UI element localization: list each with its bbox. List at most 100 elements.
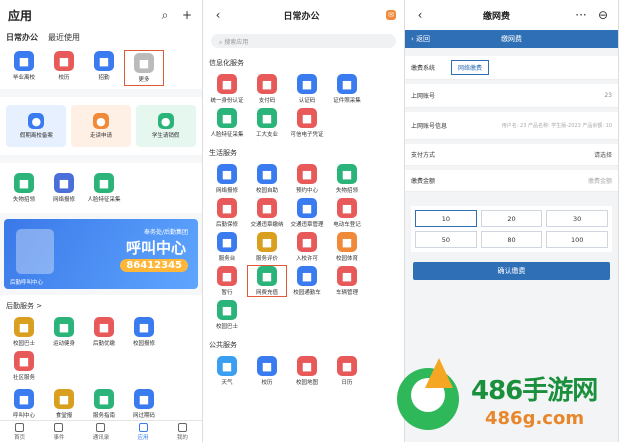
app-item[interactable]: ■ 服务评价 xyxy=(248,232,286,262)
more-icon[interactable]: ··· xyxy=(574,8,588,22)
app-item[interactable]: ■ 校园报修 xyxy=(125,317,163,347)
app-label: 统一身份认证 xyxy=(210,98,244,104)
app-item[interactable]: ■ 校历 xyxy=(248,356,286,386)
back-arrow-icon[interactable]: ‹ xyxy=(211,8,225,22)
app-item[interactable]: ■ 招勤 xyxy=(85,51,123,85)
app-item[interactable]: ■ 网络报修 xyxy=(208,164,246,194)
app-item[interactable]: ■ 失物招领 xyxy=(5,173,43,203)
app-item[interactable]: ■ 服务指南 xyxy=(85,389,123,419)
app-item[interactable]: ■ 交通违章管理 xyxy=(288,198,326,228)
featured-card[interactable]: ● 学生请销假 xyxy=(135,105,196,147)
app-item[interactable]: ■ 证件照采集 xyxy=(328,74,366,104)
nav-item[interactable]: 通讯录 xyxy=(93,422,109,441)
app-item[interactable]: ■ 食堂报 xyxy=(45,389,83,419)
card-label: 学生请销假 xyxy=(151,133,180,139)
app-item[interactable]: ■ 统一身份认证 xyxy=(208,74,246,104)
app-item[interactable]: ■ 认证码 xyxy=(288,74,326,104)
system-select[interactable]: 网络缴费 xyxy=(451,60,490,75)
logistics-section-title[interactable]: 后勤服务 > xyxy=(0,295,202,313)
app-item[interactable]: ■ 后勤优缴 xyxy=(85,317,123,347)
apps-grid-2: ■ 失物招领 ■ 网络报修 ■ 人脸特征采集 xyxy=(0,163,202,213)
nav-item[interactable]: 首页 xyxy=(14,422,26,441)
app-item[interactable]: ■ 电动车登记 xyxy=(328,198,366,228)
app-icon: ■ xyxy=(217,232,237,252)
app-item[interactable]: ■ 校园巴士 xyxy=(208,300,246,330)
app-search-input[interactable]: ⌕ 搜索应用 xyxy=(211,34,396,48)
app-item[interactable]: ■ 车辆管理 xyxy=(328,266,366,296)
app-icon: ■ xyxy=(217,300,237,320)
app-item[interactable]: ■ 预约中心 xyxy=(288,164,326,194)
office-header: ‹ 日常办公 ✉ xyxy=(203,0,404,30)
app-label: 服务指南 xyxy=(92,413,115,419)
app-icon: ■ xyxy=(94,389,114,409)
app-item[interactable]: ■ 失物招领 xyxy=(328,164,366,194)
add-icon[interactable]: + xyxy=(180,8,194,22)
app-item[interactable]: ■ 工大支业 xyxy=(248,108,286,138)
app-item[interactable]: ■ 社区服务 xyxy=(5,351,43,381)
call-center-banner[interactable]: 奉务处/后勤集团 呼叫中心 86412345 后勤呼叫中心 xyxy=(4,219,198,289)
amount-options: 10 20 30 50 80 100 xyxy=(415,210,608,248)
app-icon: ■ xyxy=(297,108,317,128)
amount-option[interactable]: 50 xyxy=(415,231,477,248)
app-item[interactable]: ■ 支付码 xyxy=(248,74,286,104)
app-item[interactable]: ■ 校园体育 xyxy=(328,232,366,262)
app-item[interactable]: ■ 校园通勤车 xyxy=(288,266,326,296)
quick-apps-grid: ■ 毕业离校 ■ 校历 ■ 招勤 ■ 更多 xyxy=(0,47,202,89)
page-title: 应用 xyxy=(8,8,33,23)
amount-option[interactable]: 100 xyxy=(546,231,608,248)
app-item[interactable]: ■ 人脸特征采集 xyxy=(208,108,246,138)
logistics-grid: ■ 校园巴士 ■ 运动健身 ■ 后勤优缴 ■ 校园报修 ■ 社区服务 xyxy=(0,313,202,385)
app-item[interactable]: ■ 交通违章缴纳 xyxy=(248,198,286,228)
section-title: 公共服务 xyxy=(203,334,404,352)
app-item[interactable]: ■ 校园巴士 xyxy=(5,317,43,347)
featured-card[interactable]: ● 走读申请 xyxy=(70,105,131,147)
app-icon: ■ xyxy=(217,74,237,94)
app-item[interactable]: ■ 毕业离校 xyxy=(5,51,43,85)
tab-recent[interactable]: 最近使用 xyxy=(48,32,80,43)
mail-icon[interactable]: ✉ xyxy=(386,10,396,20)
app-item[interactable]: ■ 校园地图 xyxy=(288,356,326,386)
search-icon[interactable]: ⌕ xyxy=(158,8,172,22)
app-item[interactable]: ■ 入校许可 xyxy=(288,232,326,262)
more-apps-button[interactable]: ■ 更多 xyxy=(124,50,164,86)
app-item[interactable]: ■ 天气 xyxy=(208,356,246,386)
app-item[interactable]: ■ 可信电子凭证 xyxy=(288,108,326,138)
back-arrow-icon[interactable]: ‹ xyxy=(413,8,427,22)
app-icon: ■ xyxy=(337,356,357,376)
app-item[interactable]: ■ 暂行 xyxy=(208,266,246,296)
amount-option[interactable]: 10 xyxy=(415,210,477,227)
app-item[interactable]: ■ 校历 xyxy=(45,51,83,85)
app-item[interactable]: ■ 后勤保修 xyxy=(208,198,246,228)
nav-item[interactable]: 事件 xyxy=(53,422,64,441)
nav-item[interactable]: 应用 xyxy=(138,422,149,441)
app-label: 交通违章管理 xyxy=(290,222,324,228)
app-item[interactable]: ■ 日历 xyxy=(328,356,366,386)
banner-subtitle: 奉务处/后勤集团 xyxy=(143,229,188,236)
app-item[interactable]: ■ 网络报修 xyxy=(45,173,83,203)
amount-option[interactable]: 30 xyxy=(546,210,608,227)
close-circle-icon[interactable]: ⊖ xyxy=(596,8,610,22)
net-fee-app-button[interactable]: ■ 网费充值 xyxy=(247,265,287,297)
amount-option[interactable]: 20 xyxy=(480,210,543,227)
nav-label: 首页 xyxy=(14,434,26,441)
confirm-pay-button[interactable]: 确认缴费 xyxy=(413,262,610,280)
app-label: 服务评价 xyxy=(255,256,278,262)
return-button[interactable]: ‹ 返回 xyxy=(405,34,430,44)
bar-title: 缴网费 xyxy=(501,35,522,43)
featured-card[interactable]: ● 假期离校备案 xyxy=(6,105,67,147)
app-item[interactable]: ■ 网过期码 xyxy=(125,389,163,419)
app-icon: ■ xyxy=(297,74,317,94)
nav-item[interactable]: 我的 xyxy=(177,422,188,441)
app-item[interactable]: ■ 人脸特征采集 xyxy=(85,173,123,203)
pay-method-value[interactable]: 请选择 xyxy=(594,150,612,159)
apps-tabs: 日常办公 最近使用 xyxy=(0,30,202,47)
app-item[interactable]: ■ 服务台 xyxy=(208,232,246,262)
app-item[interactable]: ■ 校园自助 xyxy=(248,164,286,194)
amount-input[interactable]: 缴费金额 xyxy=(588,176,612,185)
app-item[interactable]: ■ 呼叫中心 xyxy=(5,389,43,419)
app-icon: ■ xyxy=(14,389,34,409)
tab-daily-office[interactable]: 日常办公 xyxy=(6,32,38,43)
app-item[interactable]: ■ 运动健身 xyxy=(45,317,83,347)
amount-option[interactable]: 80 xyxy=(480,231,543,248)
pay-method-row[interactable]: 支付方式 请选择 xyxy=(405,144,618,166)
